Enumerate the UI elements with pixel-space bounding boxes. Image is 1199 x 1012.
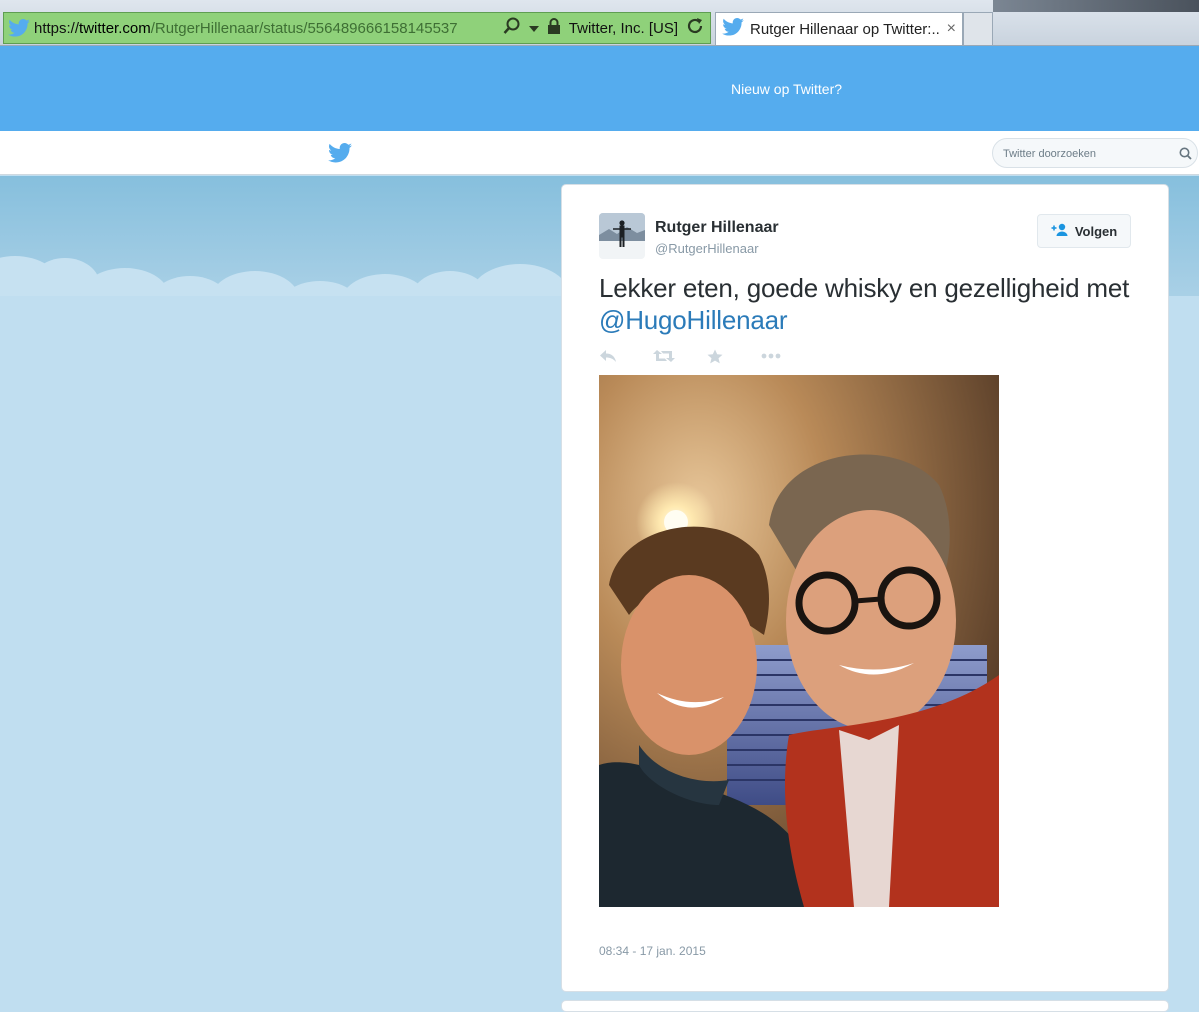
signup-banner: Nieuw op Twitter?	[0, 46, 1199, 131]
tweet-actions	[599, 347, 815, 365]
tweet-author-name[interactable]: Rutger Hillenaar	[655, 219, 779, 237]
refresh-icon[interactable]	[686, 17, 704, 39]
tweet-photo[interactable]	[599, 375, 999, 907]
search-box	[992, 138, 1198, 168]
tab-title: Rutger Hillenaar op Twitter:...	[750, 20, 941, 38]
browser-tab[interactable]: Rutger Hillenaar op Twitter:... ×	[715, 12, 963, 45]
top-navigation-bar	[0, 131, 1199, 175]
url-domain: twitter.com	[79, 19, 151, 37]
dropdown-arrow-icon[interactable]	[528, 20, 539, 37]
tweet-card: Rutger Hillenaar @RutgerHillenaar Volgen…	[561, 184, 1169, 992]
twitter-tab-icon	[722, 17, 744, 41]
more-icon[interactable]	[761, 347, 815, 365]
search-icon[interactable]	[503, 17, 521, 39]
twitter-favicon-icon	[4, 13, 34, 43]
tab-close-button[interactable]: ×	[947, 20, 962, 38]
search-icon[interactable]	[1179, 147, 1192, 165]
tweet-text: Lekker eten, goede whisky en gezellighei…	[599, 272, 1139, 336]
follow-button[interactable]: Volgen	[1037, 214, 1131, 248]
site-identity[interactable]: Twitter, Inc. [US]	[569, 20, 678, 37]
browser-chrome: https://twitter.com/RutgerHillenaar/stat…	[0, 0, 1199, 46]
twitter-logo-icon[interactable]	[328, 143, 352, 168]
next-card	[561, 1000, 1169, 1012]
address-tools: Twitter, Inc. [US]	[503, 17, 710, 39]
follow-label: Volgen	[1074, 223, 1118, 239]
avatar[interactable]	[599, 213, 645, 259]
tweet-text-body: Lekker eten, goede whisky en gezellighei…	[599, 273, 1130, 303]
lock-icon[interactable]	[547, 17, 561, 39]
window-frame	[993, 0, 1199, 12]
new-tab-button[interactable]	[963, 12, 993, 45]
search-input[interactable]	[1003, 146, 1163, 162]
banner-text[interactable]: Nieuw op Twitter?	[731, 81, 842, 97]
url-text[interactable]: https://twitter.com/RutgerHillenaar/stat…	[34, 20, 503, 37]
retweet-icon[interactable]	[653, 347, 707, 365]
url-path: /RutgerHillenaar/status/5564896661581455…	[150, 19, 458, 37]
url-scheme: https://	[34, 19, 80, 37]
reply-icon[interactable]	[599, 347, 653, 365]
favorite-icon[interactable]	[707, 347, 761, 365]
tweet-mention-link[interactable]: @HugoHillenaar	[599, 305, 788, 335]
tweet-author-username[interactable]: @RutgerHillenaar	[655, 241, 759, 256]
tweet-timestamp[interactable]: 08:34 - 17 jan. 2015	[599, 944, 706, 958]
add-user-icon	[1051, 223, 1069, 240]
address-bar[interactable]: https://twitter.com/RutgerHillenaar/stat…	[3, 12, 711, 44]
